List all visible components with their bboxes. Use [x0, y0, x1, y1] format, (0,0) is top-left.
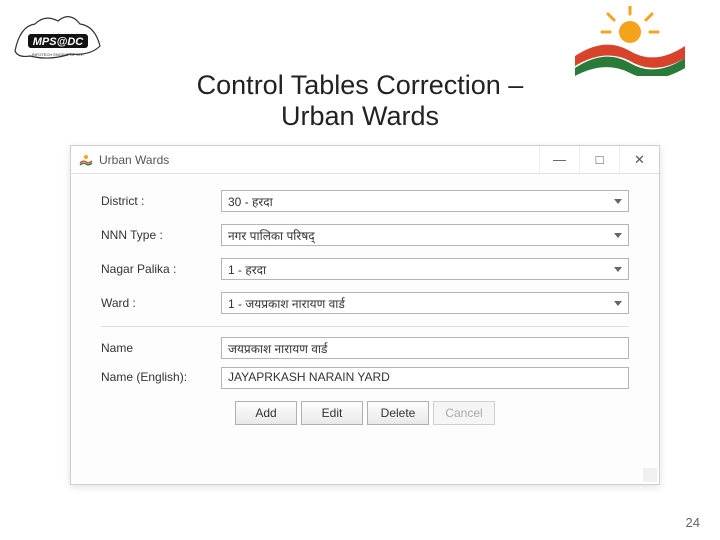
section-divider [101, 326, 629, 327]
window-titlebar: Urban Wards — □ ✕ [71, 146, 659, 174]
nnn-type-select[interactable]: नगर पालिका परिषद् [221, 224, 629, 246]
cancel-button: Cancel [433, 401, 495, 425]
district-label: District : [101, 194, 221, 208]
nagar-palika-select[interactable]: 1 - हरदा [221, 258, 629, 280]
nnn-type-label: NNN Type : [101, 228, 221, 242]
district-select[interactable]: 30 - हरदा [221, 190, 629, 212]
sun-wave-logo [570, 6, 690, 76]
page-title: Control Tables Correction – Urban Wards [0, 70, 720, 132]
close-button[interactable]: ✕ [619, 146, 659, 173]
nagar-palika-label: Nagar Palika : [101, 262, 221, 276]
add-button[interactable]: Add [235, 401, 297, 425]
resize-grip[interactable] [643, 468, 657, 482]
name-label: Name [101, 341, 221, 355]
ward-label: Ward : [101, 296, 221, 310]
edit-button[interactable]: Edit [301, 401, 363, 425]
ward-select[interactable]: 1 - जयप्रकाश नारायण वार्ड [221, 292, 629, 314]
name-input[interactable]: जयप्रकाश नारायण वार्ड [221, 337, 629, 359]
name-english-label: Name (English): [101, 371, 221, 384]
urban-wards-window: Urban Wards — □ ✕ District : 30 - हरदा N… [70, 145, 660, 485]
button-row: Add Edit Delete Cancel [101, 401, 629, 425]
page-number: 24 [686, 515, 700, 530]
maximize-button[interactable]: □ [579, 146, 619, 173]
mpsedc-logo: MPS@DC INFOTECH ENGINE OF M.P. [10, 6, 110, 66]
delete-button[interactable]: Delete [367, 401, 429, 425]
app-icon [79, 153, 93, 167]
window-title: Urban Wards [99, 153, 169, 167]
page-title-line1: Control Tables Correction – [197, 70, 524, 100]
name-english-input[interactable]: JAYAPRKASH NARAIN YARD [221, 367, 629, 389]
svg-text:INFOTECH ENGINE OF M.P.: INFOTECH ENGINE OF M.P. [32, 52, 84, 57]
svg-text:MPS@DC: MPS@DC [33, 36, 85, 48]
minimize-button[interactable]: — [539, 146, 579, 173]
page-title-line2: Urban Wards [0, 101, 720, 132]
